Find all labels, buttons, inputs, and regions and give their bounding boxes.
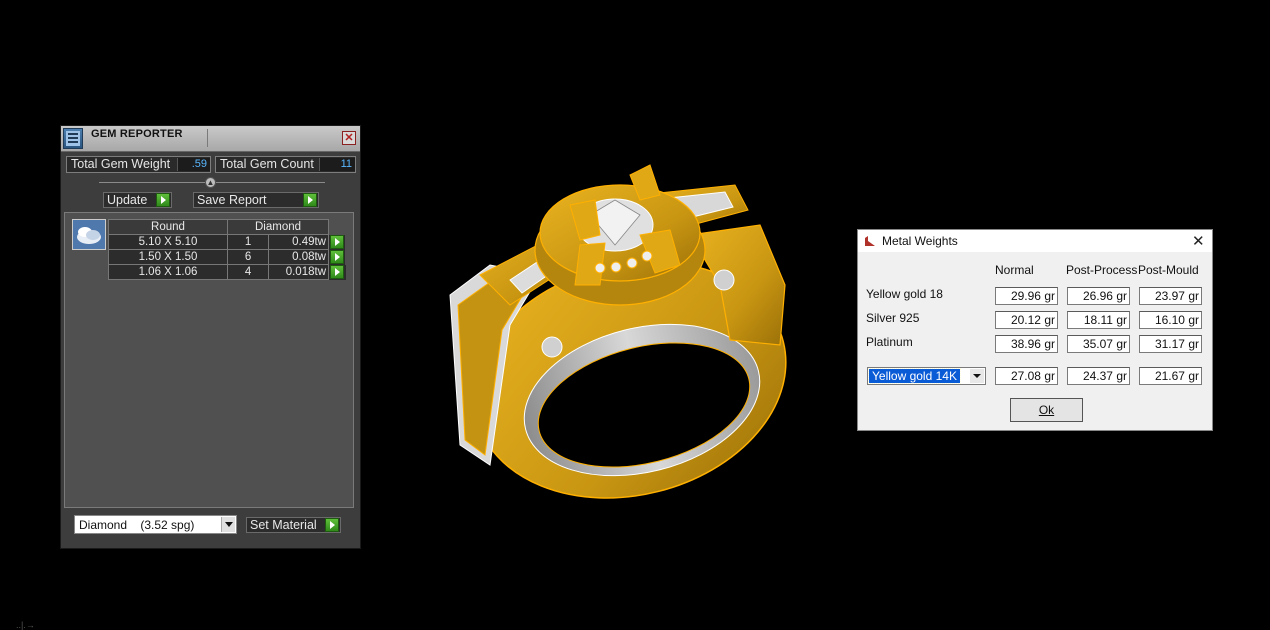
post-process-weight-field[interactable]: 26.96 gr — [1067, 287, 1130, 305]
total-gem-weight-value: .59 — [177, 158, 210, 171]
metal-weights-titlebar[interactable]: Metal Weights ✕ — [858, 230, 1212, 252]
metal-weights-dialog: Metal Weights ✕ Normal Post-Process Post… — [857, 229, 1213, 431]
play-arrow-icon — [330, 234, 344, 249]
gem-size: 1.06 X 1.06 — [108, 264, 228, 280]
post-process-weight-field[interactable]: 24.37 gr — [1067, 367, 1130, 385]
total-gem-weight-label: Total Gem Weight — [71, 157, 171, 171]
gem-weight: 0.018tw — [268, 264, 329, 280]
alloy-select[interactable]: Yellow gold 14K — [867, 367, 986, 385]
post-process-column-header: Post-Process — [1066, 263, 1138, 277]
gem-list-area: Round Diamond 5.10 X 5.10 1 0.49tw 1.50 … — [64, 212, 354, 508]
header-spacer — [329, 220, 346, 235]
collapse-icon[interactable]: ▲ — [205, 177, 216, 188]
post-mould-weight-field[interactable]: 23.97 gr — [1139, 287, 1202, 305]
table-row[interactable]: 1.06 X 1.06 4 0.018tw — [108, 264, 346, 280]
chevron-down-icon[interactable] — [970, 369, 984, 383]
gem-reporter-title: GEM REPORTER — [91, 128, 183, 140]
metal-weights-title: Metal Weights — [882, 234, 958, 248]
post-mould-weight-field[interactable]: 16.10 gr — [1139, 311, 1202, 329]
update-label: Update — [107, 193, 148, 207]
table-row[interactable]: 5.10 X 5.10 1 0.49tw — [108, 234, 346, 250]
save-report-button[interactable]: Save Report — [193, 192, 319, 208]
post-process-weight-field[interactable]: 18.11 gr — [1067, 311, 1130, 329]
gem-table: Round Diamond 5.10 X 5.10 1 0.49tw 1.50 … — [108, 219, 346, 280]
total-gem-count-value: 11 — [319, 158, 355, 171]
ok-button[interactable]: Ok — [1010, 398, 1083, 422]
normal-weight-field[interactable]: 38.96 gr — [995, 335, 1058, 353]
post-mould-column-header: Post-Mould — [1138, 263, 1199, 277]
play-arrow-icon — [325, 518, 339, 532]
gem-count: 6 — [226, 249, 270, 265]
material-header: Diamond — [227, 219, 329, 235]
chevron-down-icon[interactable] — [221, 517, 235, 532]
set-material-label: Set Material — [250, 518, 317, 532]
metal-name: Silver 925 — [866, 311, 920, 325]
close-icon[interactable]: ✕ — [342, 131, 356, 145]
ingot-icon — [865, 236, 875, 246]
post-mould-weight-field[interactable]: 21.67 gr — [1139, 367, 1202, 385]
gem-count: 1 — [226, 234, 270, 250]
update-button[interactable]: Update — [103, 192, 172, 208]
gem-size: 5.10 X 5.10 — [108, 234, 228, 250]
gem-size: 1.50 X 1.50 — [108, 249, 228, 265]
row-go-button[interactable] — [328, 249, 346, 265]
play-arrow-icon — [330, 264, 344, 279]
gem-thumbnail[interactable] — [72, 219, 106, 250]
save-report-label: Save Report — [197, 193, 267, 207]
ring-3d-model[interactable] — [430, 155, 800, 505]
normal-column-header: Normal — [995, 263, 1034, 277]
title-separator — [207, 129, 208, 147]
resize-grip-icon: ..|.→ — [16, 620, 35, 630]
gem-weight: 0.49tw — [268, 234, 329, 250]
normal-weight-field[interactable]: 27.08 gr — [995, 367, 1058, 385]
total-gem-count-label: Total Gem Count — [220, 157, 314, 171]
set-material-button[interactable]: Set Material — [246, 517, 341, 533]
row-go-button[interactable] — [328, 234, 346, 250]
play-arrow-icon — [303, 193, 317, 207]
row-go-button[interactable] — [328, 264, 346, 280]
normal-weight-field[interactable]: 29.96 gr — [995, 287, 1058, 305]
post-mould-weight-field[interactable]: 31.17 gr — [1139, 335, 1202, 353]
gem-count: 4 — [226, 264, 270, 280]
report-icon — [63, 128, 83, 149]
table-row[interactable]: 1.50 X 1.50 6 0.08tw — [108, 249, 346, 265]
post-process-weight-field[interactable]: 35.07 gr — [1067, 335, 1130, 353]
gem-table-header: Round Diamond — [108, 219, 346, 235]
metal-name: Platinum — [866, 335, 913, 349]
normal-weight-field[interactable]: 20.12 gr — [995, 311, 1058, 329]
total-gem-weight-box: Total Gem Weight .59 — [66, 156, 211, 173]
gem-weight: 0.08tw — [268, 249, 329, 265]
play-arrow-icon — [330, 249, 344, 264]
close-icon[interactable]: ✕ — [1192, 232, 1205, 250]
play-arrow-icon — [156, 193, 170, 207]
gem-reporter-titlebar[interactable]: GEM REPORTER ✕ — [61, 126, 360, 152]
total-gem-count-box: Total Gem Count 11 — [215, 156, 356, 173]
material-select[interactable]: Diamond (3.52 spg) — [74, 515, 237, 534]
material-select-value: Diamond (3.52 spg) — [79, 518, 195, 532]
gem-reporter-panel: GEM REPORTER ✕ Total Gem Weight .59 Tota… — [60, 125, 361, 549]
metal-name: Yellow gold 18 — [866, 287, 943, 301]
alloy-select-value: Yellow gold 14K — [868, 368, 961, 384]
shape-header: Round — [108, 219, 228, 235]
